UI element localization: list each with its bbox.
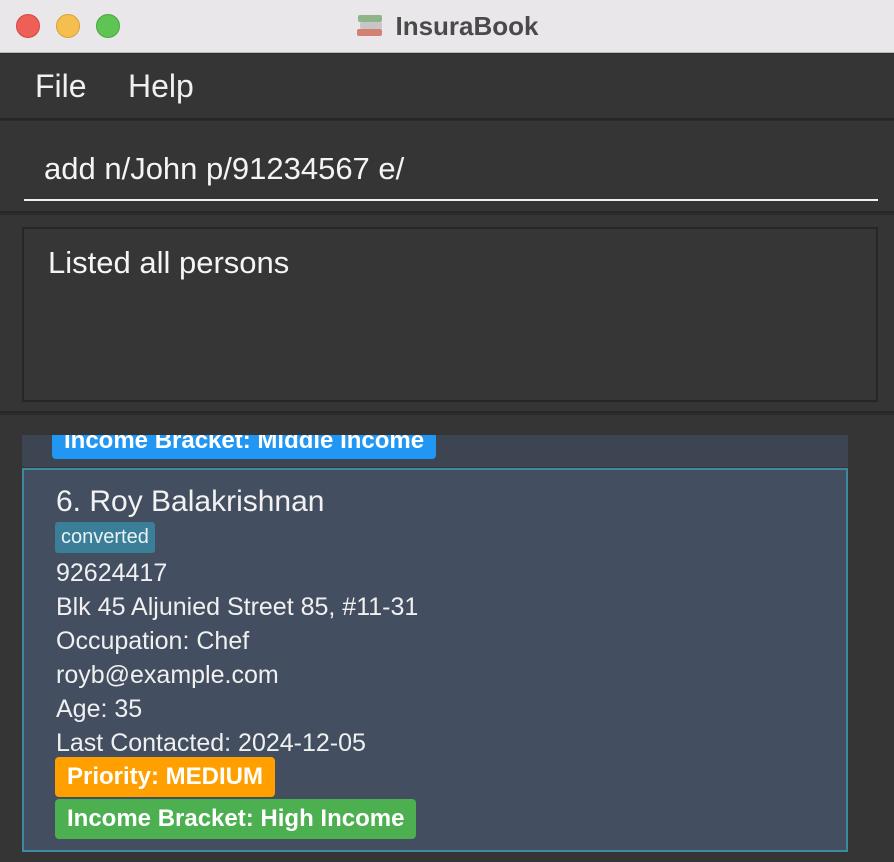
menu-help[interactable]: Help [128,68,194,105]
person-occupation: Occupation: Chef [56,627,250,655]
command-box [0,121,894,213]
person-card[interactable]: 6. Roy Balakrishnan converted 92624417 B… [22,468,848,852]
menu-bar: File Help [0,54,894,120]
person-last-contacted: Last Contacted: 2024-12-05 [56,729,366,757]
person-name: 6. Roy Balakrishnan [56,485,325,518]
person-list-panel: Income Bracket: Middle Income 6. Roy Bal… [0,415,894,862]
status-tag: converted [55,522,155,553]
person-email: royb@example.com [56,661,279,689]
window-title-group: InsuraBook [0,6,894,46]
income-bracket-tag: Income Bracket: Middle Income [52,435,437,459]
title-bar: InsuraBook [0,0,894,53]
books-app-icon [355,11,385,41]
person-address: Blk 45 Aljunied Street 85, #11-31 [56,593,419,621]
priority-tag: Priority: MEDIUM [55,757,276,797]
window-title: InsuraBook [395,10,539,41]
command-input[interactable] [24,139,878,201]
person-phone: 92624417 [56,559,168,587]
person-age: Age: 35 [56,695,143,723]
income-bracket-tag: Income Bracket: High Income [55,799,417,839]
result-message: Listed all persons [48,245,290,280]
previous-person-card[interactable]: Income Bracket: Middle Income [22,435,848,467]
menu-file[interactable]: File [35,68,87,105]
result-display: Listed all persons [22,227,878,402]
result-display-region: Listed all persons [0,215,894,413]
